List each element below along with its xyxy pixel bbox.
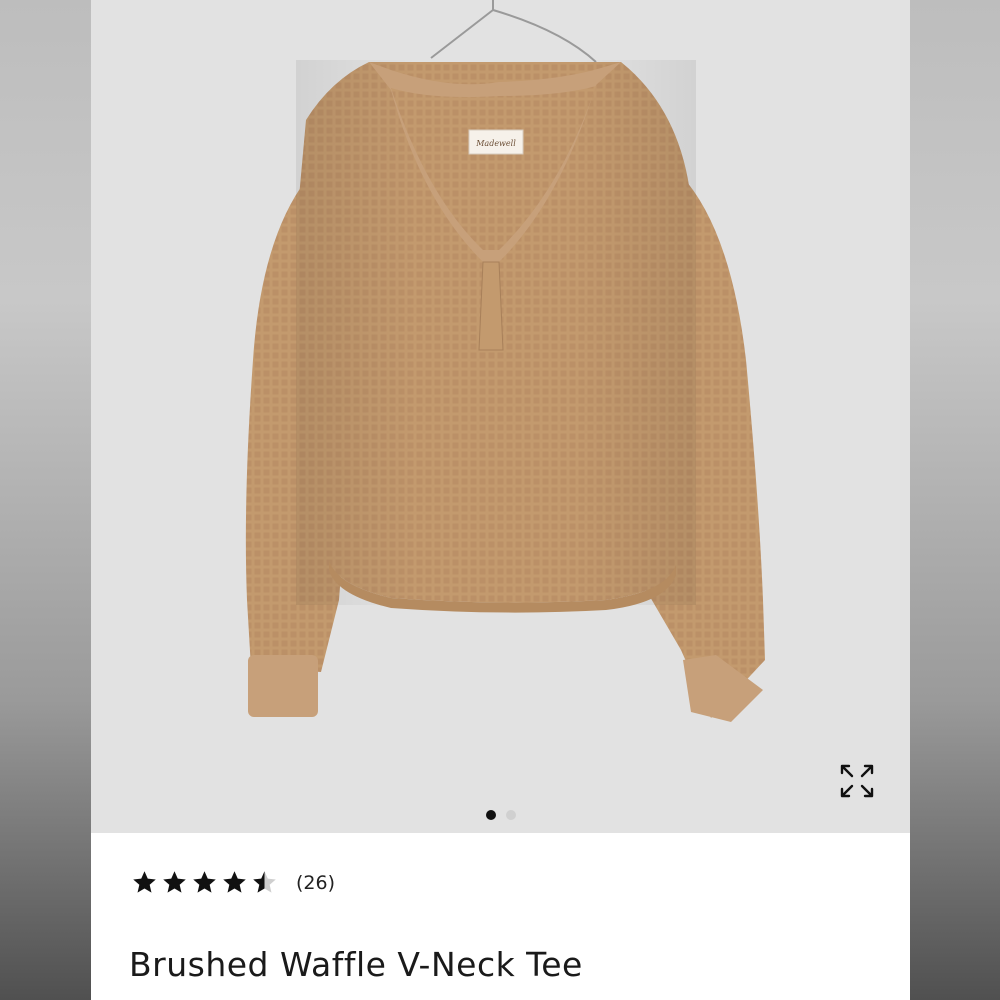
rating-summary[interactable]: (26): [131, 869, 335, 896]
product-info: (26) Brushed Waffle V-Neck Tee: [91, 833, 910, 1000]
right-backdrop: [910, 0, 1000, 1000]
expand-arrows-icon: [840, 764, 874, 798]
product-image: Madewell: [245, 0, 765, 722]
gallery-pagination: [91, 810, 910, 820]
product-page: Madewell (26) Brushed Waffle V-Neck Tee: [91, 0, 910, 1000]
expand-image-button[interactable]: [836, 760, 878, 802]
image-gallery[interactable]: Madewell: [91, 0, 910, 833]
pagination-dot-1[interactable]: [485, 810, 496, 820]
review-count[interactable]: (26): [296, 872, 335, 894]
brand-label-text: Madewell: [475, 139, 516, 148]
star-full-icon: [223, 871, 246, 893]
star-full-icon: [193, 871, 216, 893]
star-full-icon: [163, 871, 186, 893]
star-half-icon: [253, 871, 276, 893]
star-full-icon: [133, 871, 156, 893]
left-backdrop: [0, 0, 91, 1000]
pagination-dot-2[interactable]: [505, 810, 516, 820]
product-title: Brushed Waffle V-Neck Tee: [129, 945, 583, 984]
star-rating: [131, 869, 278, 896]
